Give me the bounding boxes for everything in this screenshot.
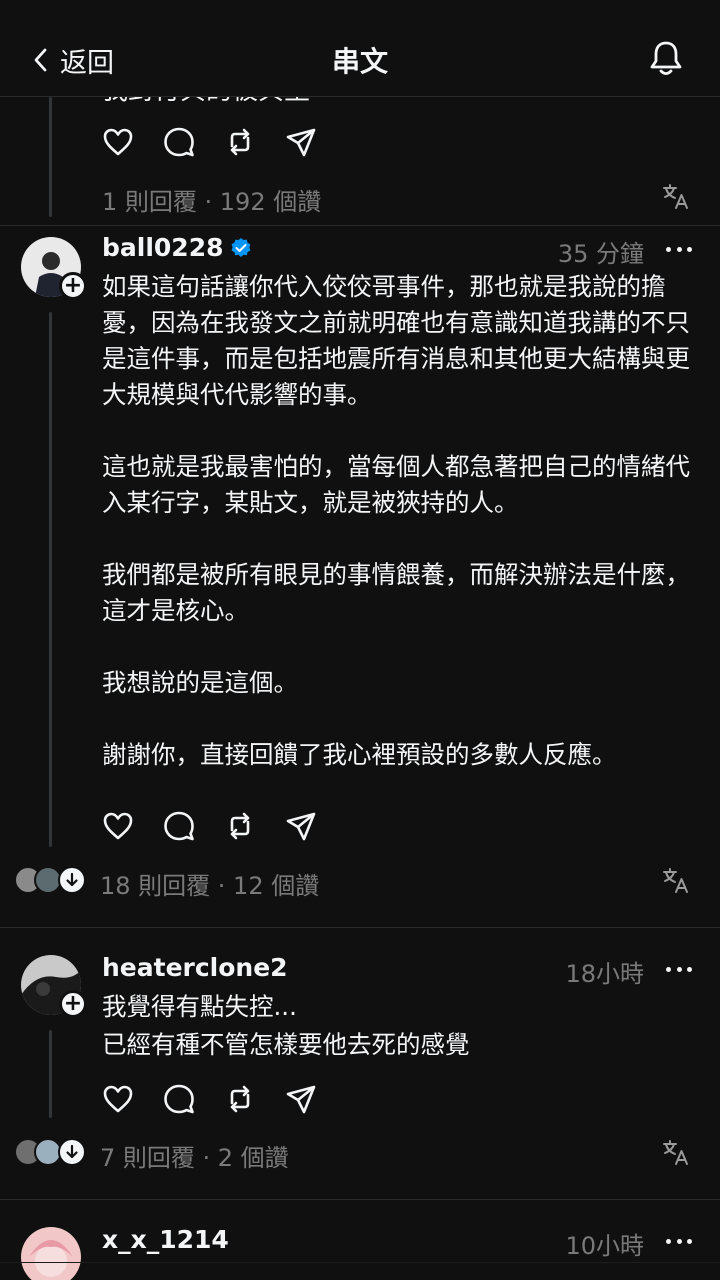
post-stats[interactable]: 7 則回覆 · 2 個讚 bbox=[100, 1138, 289, 1173]
post-actions bbox=[100, 1079, 344, 1119]
heart-icon bbox=[103, 812, 133, 840]
share-icon bbox=[286, 128, 316, 157]
post-stats[interactable]: 18 則回覆 · 12 個讚 bbox=[100, 866, 319, 901]
more-icon bbox=[666, 966, 671, 972]
expand-replies-button[interactable] bbox=[58, 866, 86, 894]
share-button[interactable] bbox=[283, 1081, 319, 1117]
avatar[interactable] bbox=[21, 1227, 81, 1280]
verified-icon bbox=[232, 237, 251, 257]
comment-icon bbox=[164, 127, 194, 157]
more-button[interactable] bbox=[666, 1228, 692, 1254]
share-icon bbox=[286, 812, 316, 841]
translate-button[interactable] bbox=[662, 1138, 690, 1166]
translate-icon bbox=[663, 1140, 688, 1165]
repost-icon bbox=[230, 1085, 250, 1113]
repost-button[interactable] bbox=[222, 124, 258, 160]
translate-icon bbox=[663, 184, 688, 209]
more-icon bbox=[666, 1238, 671, 1244]
divider bbox=[0, 927, 720, 928]
arrow-down-icon bbox=[66, 872, 78, 887]
reply-avatars[interactable] bbox=[14, 866, 88, 896]
comment-button[interactable] bbox=[161, 1081, 197, 1117]
arrow-down-icon bbox=[66, 1144, 78, 1159]
repost-icon bbox=[230, 812, 250, 840]
post-actions bbox=[100, 806, 344, 846]
reply-avatars[interactable] bbox=[14, 1138, 88, 1168]
more-icon bbox=[666, 246, 671, 252]
comment-button[interactable] bbox=[161, 808, 197, 844]
username[interactable]: ball0228 bbox=[102, 233, 252, 262]
like-button[interactable] bbox=[100, 1081, 136, 1117]
translate-button[interactable] bbox=[662, 866, 690, 894]
comment-icon bbox=[164, 1084, 194, 1114]
repost-button[interactable] bbox=[222, 808, 258, 844]
thread-line bbox=[49, 97, 52, 217]
follow-button[interactable]: + bbox=[59, 272, 87, 300]
page-title: 串文 bbox=[331, 45, 388, 78]
post-text: 如果這句話讓你代入佼佼哥事件，那也就是我說的擔憂，因為在我發文之前就明確也有意識… bbox=[102, 272, 690, 769]
thread-line bbox=[49, 1030, 52, 1118]
follow-button[interactable]: + bbox=[59, 990, 87, 1018]
timestamp: 18小時 bbox=[565, 960, 644, 988]
thread-page: 我對付與的被與生 返回 串文 1 則回覆 · 192 個讚 bbox=[0, 0, 720, 1280]
username[interactable]: heaterclone2 bbox=[102, 953, 288, 982]
repost-button[interactable] bbox=[222, 1081, 258, 1117]
more-button[interactable] bbox=[666, 956, 692, 982]
top-bar: 返回 串文 bbox=[0, 0, 720, 97]
comment-button[interactable] bbox=[161, 124, 197, 160]
translate-button[interactable] bbox=[662, 182, 690, 210]
post-text: 我覺得有點失控... 已經有種不管怎樣要他去死的感覺 bbox=[102, 992, 470, 1059]
like-button[interactable] bbox=[100, 808, 136, 844]
like-button[interactable] bbox=[100, 124, 136, 160]
post-stats[interactable]: 1 則回覆 · 192 個讚 bbox=[102, 182, 321, 217]
divider bbox=[0, 225, 720, 226]
comment-icon bbox=[164, 811, 194, 841]
post-actions bbox=[100, 122, 344, 162]
share-button[interactable] bbox=[283, 808, 319, 844]
bottom-edge bbox=[0, 1262, 720, 1263]
translate-icon bbox=[663, 868, 688, 893]
expand-replies-button[interactable] bbox=[58, 1138, 86, 1166]
thread-line bbox=[49, 312, 52, 847]
username[interactable]: x_x_1214 bbox=[102, 1225, 229, 1254]
more-button[interactable] bbox=[666, 236, 692, 262]
heart-icon bbox=[103, 1085, 133, 1113]
share-button[interactable] bbox=[283, 124, 319, 160]
repost-icon bbox=[230, 128, 250, 156]
divider bbox=[0, 1199, 720, 1200]
timestamp: 35 分鐘 bbox=[557, 240, 644, 268]
timestamp: 10小時 bbox=[565, 1232, 644, 1260]
heart-icon bbox=[103, 128, 133, 156]
bell-icon[interactable] bbox=[646, 38, 686, 78]
share-icon bbox=[286, 1085, 316, 1114]
